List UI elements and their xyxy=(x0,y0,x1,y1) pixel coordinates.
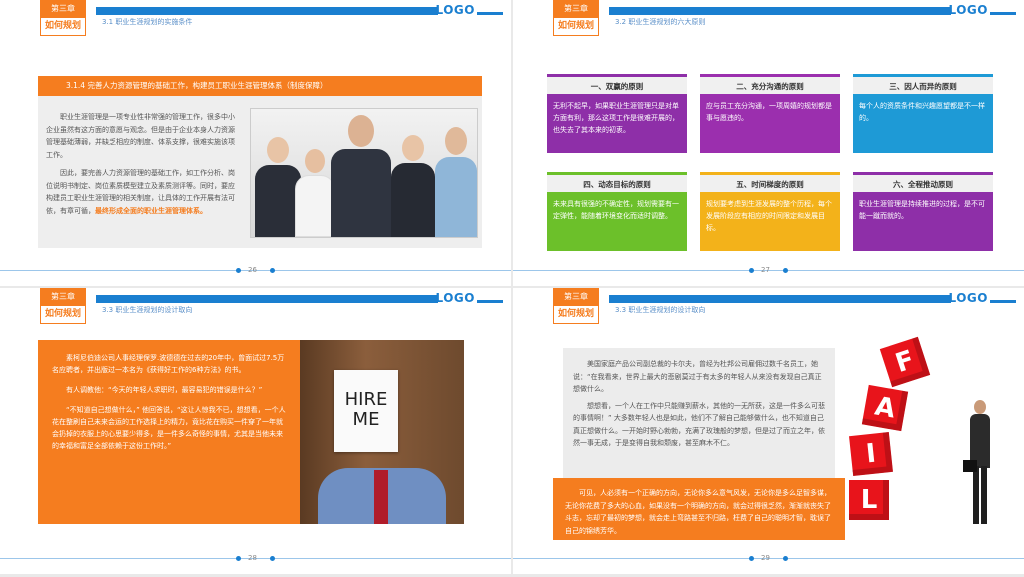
logo: LOGO xyxy=(435,3,475,17)
paragraph: “不知道自己想做什么，” 他回答说，“这让人惊我不已，想想看，一个人花在整刷自己… xyxy=(52,406,286,450)
conclusion-box: 可见，人必须有一个正确的方向，无论你多么意气风发，无论你是多么足智多谋，无论你花… xyxy=(553,478,845,540)
chapter-title: 如何规划 xyxy=(553,18,599,36)
hire-me-photo: HIRE ME xyxy=(300,340,464,524)
principle-card: 二、充分沟通的原则 应与员工充分沟通，一项周嬉的规划都是事与愿违的。 xyxy=(700,74,840,156)
header-bar xyxy=(96,295,438,303)
subsection-title: 3.2 职业生涯规划的六大原则 xyxy=(615,18,706,26)
card-title: 二、充分沟通的原则 xyxy=(700,74,840,94)
section-banner: 3.1.4 完善人力资源管理的基础工作，构建员工职业生涯管理体系（制度保障） xyxy=(38,76,482,96)
card-title: 四、动态目标的原则 xyxy=(547,172,687,192)
paragraph: 可见，人必须有一个正确的方向，无论你多么意气风发，无论你是多么足智多谋，无论你花… xyxy=(565,489,831,535)
footer-dot xyxy=(783,268,788,273)
principle-card: 四、动态目标的原则 未来具有很强的不确定性，规划需要有一定弹性，能随着环境变化而… xyxy=(547,172,687,254)
fail-cube-l: L xyxy=(849,480,889,520)
quote-panel: 美国家庭产品公司副总裁的卡尔夫，曾经为杜邦公司雇佣过数千名员工，她说：“在我看来… xyxy=(563,348,835,478)
person-figure xyxy=(435,127,477,237)
body-text: 职业生涯管理是一项专业性非常强的管理工作，很多中小企业虽然有这方面的意愿与观念。… xyxy=(46,111,236,223)
logo: LOGO xyxy=(948,291,988,305)
slide-27[interactable]: 第三章 如何规划 LOGO 3.2 职业生涯规划的六大原则 一、双赢的原则 无利… xyxy=(513,0,1024,286)
page-number: 26 xyxy=(248,266,257,274)
footer-dot xyxy=(749,268,754,273)
paragraph: 想想看，一个人在工作中只能赚到薪水，其他的一无所获，这是一件多么可悲的事情啊！”… xyxy=(573,401,825,448)
businessman-figure xyxy=(963,400,991,526)
header-bar xyxy=(609,7,951,15)
page-number: 27 xyxy=(761,266,770,274)
chapter-title: 如何规划 xyxy=(553,306,599,324)
chapter-tab: 第三章 xyxy=(40,0,86,18)
subsection-title: 3.1 职业生涯规划的实施条件 xyxy=(102,18,193,26)
card-body: 每个人的资质条件和兴趣愿望都是不一样的。 xyxy=(853,94,993,153)
slide-26[interactable]: 第三章 如何规划 LOGO 3.1 职业生涯规划的实施条件 3.1.4 完善人力… xyxy=(0,0,511,286)
card-body: 规划要考虑到生涯发展的整个历程，每个发展阶段应有相应的时间限定和发展目标。 xyxy=(700,192,840,251)
principle-card: 六、全程推动原则 职业生涯管理是持续推进的过程，是不可能一蹴而就的。 xyxy=(853,172,993,254)
quote-box: 素柯尼伯迪公司人事经理保罗.波德德在过去的20年中，曾面试过7.5万名应聘者，并… xyxy=(38,340,300,524)
slide-29[interactable]: 第三章 如何规划 LOGO 3.3 职业生涯规划的设计取向 美国家庭产品公司副总… xyxy=(513,288,1024,574)
card-body: 未来具有很强的不确定性，规划需要有一定弹性，能随着环境变化而适时调整。 xyxy=(547,192,687,251)
chapter-title: 如何规划 xyxy=(40,18,86,36)
chapter-tab: 第三章 xyxy=(553,288,599,306)
logo-underline xyxy=(990,300,1016,303)
footer-dot xyxy=(236,268,241,273)
card-title: 六、全程推动原则 xyxy=(853,172,993,192)
logo: LOGO xyxy=(435,291,475,305)
person-figure xyxy=(391,135,435,237)
header-bar xyxy=(96,7,438,15)
sign-line: HIRE xyxy=(344,389,388,410)
footer-dot xyxy=(270,556,275,561)
hire-me-sign: HIRE ME xyxy=(334,370,398,452)
card-body: 应与员工充分沟通，一项周嬉的规划都是事与愿违的。 xyxy=(700,94,840,153)
team-photo xyxy=(250,108,478,238)
slide-grid: 第三章 如何规划 LOGO 3.1 职业生涯规划的实施条件 3.1.4 完善人力… xyxy=(0,0,1024,577)
chapter-tab: 第三章 xyxy=(553,0,599,18)
tie-shape xyxy=(374,470,388,524)
card-title: 五、时间梯度的原则 xyxy=(700,172,840,192)
card-body: 职业生涯管理是持续推进的过程，是不可能一蹴而就的。 xyxy=(853,192,993,251)
footer-dot xyxy=(749,556,754,561)
paragraph: 有人调教他：“今天的年轻人求职时，最容易犯的错误是什么？” xyxy=(66,386,263,394)
person-figure xyxy=(295,149,335,237)
highlight-text: 最终形成全面的职业生涯管理体系。 xyxy=(95,206,207,215)
paragraph: 因此，要完善人力资源管理的基础工作，如工作分析、岗位说明书制定、岗位素质模型建立… xyxy=(46,167,236,217)
fail-cube-a: A xyxy=(861,384,909,432)
chapter-title: 如何规划 xyxy=(40,306,86,324)
logo-underline xyxy=(477,12,503,15)
principle-card: 一、双赢的原则 无利不起早，如果职业生涯管理只是对单方面有利，那么这项工作是很难… xyxy=(547,74,687,156)
logo: LOGO xyxy=(948,3,988,17)
paragraph: 美国家庭产品公司副总裁的卡尔夫，曾经为杜邦公司雇佣过数千名员工，她说：“在我看来… xyxy=(573,360,822,393)
principle-card: 三、因人而异的原则 每个人的资质条件和兴趣愿望都是不一样的。 xyxy=(853,74,993,156)
card-title: 三、因人而异的原则 xyxy=(853,74,993,94)
logo-underline xyxy=(990,12,1016,15)
chapter-tab: 第三章 xyxy=(40,288,86,306)
page-number: 29 xyxy=(761,554,770,562)
card-body: 无利不起早，如果职业生涯管理只是对单方面有利，那么这项工作是很难开展的，也失去了… xyxy=(547,94,687,153)
page-number: 28 xyxy=(248,554,257,562)
card-title: 一、双赢的原则 xyxy=(547,74,687,94)
subsection-title: 3.3 职业生涯规划的设计取向 xyxy=(615,306,706,314)
logo-underline xyxy=(477,300,503,303)
footer-dot xyxy=(783,556,788,561)
principle-card: 五、时间梯度的原则 规划要考虑到生涯发展的整个历程，每个发展阶段应有相应的时间限… xyxy=(700,172,840,254)
fail-cube-i: I xyxy=(849,432,893,476)
slide-28[interactable]: 第三章 如何规划 LOGO 3.3 职业生涯规划的设计取向 素柯尼伯迪公司人事经… xyxy=(0,288,511,574)
paragraph: 素柯尼伯迪公司人事经理保罗.波德德在过去的20年中，曾面试过7.5万名应聘者，并… xyxy=(52,354,285,374)
fail-cube-f: F xyxy=(879,336,931,388)
sign-line: ME xyxy=(352,409,380,430)
footer-dot xyxy=(270,268,275,273)
subsection-title: 3.3 职业生涯规划的设计取向 xyxy=(102,306,193,314)
footer-dot xyxy=(236,556,241,561)
header-bar xyxy=(609,295,951,303)
paragraph: 职业生涯管理是一项专业性非常强的管理工作，很多中小企业虽然有这方面的意愿与观念。… xyxy=(46,113,235,159)
person-figure xyxy=(331,115,391,237)
